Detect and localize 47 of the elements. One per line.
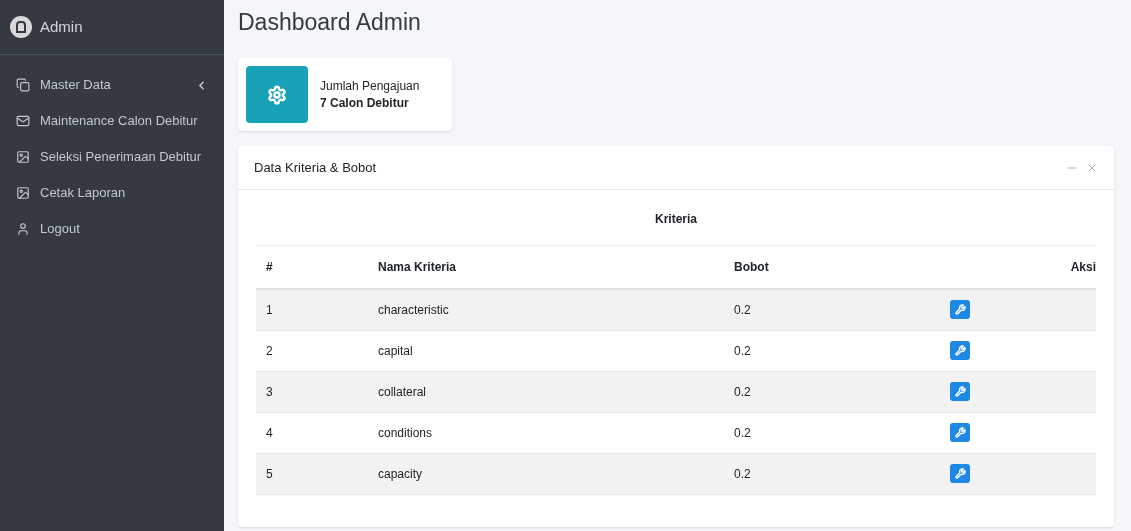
table-cell: 4 bbox=[256, 412, 368, 453]
wrench-icon bbox=[954, 427, 966, 438]
table-cell: 0.2 bbox=[724, 412, 950, 453]
table-cell: capacity bbox=[368, 453, 724, 494]
wrench-icon bbox=[954, 304, 966, 316]
info-value: 7 Calon Debitur bbox=[320, 94, 410, 112]
sidebar-item[interactable]: Logout bbox=[8, 211, 216, 247]
table-cell: 0.2 bbox=[724, 330, 950, 371]
sidebar-item[interactable]: Maintenance Calon Debitur bbox=[8, 103, 216, 139]
sidebar-item[interactable]: Seleksi Penerimaan Debitur bbox=[8, 139, 216, 175]
sidebar-item-icon bbox=[16, 78, 30, 92]
wrench-icon bbox=[954, 386, 966, 397]
page-title: Dashboard Admin bbox=[238, 8, 422, 37]
table-cell: 5 bbox=[256, 453, 368, 494]
table-cell: collateral bbox=[368, 371, 724, 412]
card-title: Data Kriteria & Bobot bbox=[254, 158, 378, 177]
wrench-icon bbox=[954, 468, 966, 479]
edit-button[interactable] bbox=[950, 382, 970, 401]
table-caption: Kriteria bbox=[256, 209, 1096, 246]
table-cell: 3 bbox=[256, 371, 368, 412]
brand-text: Admin bbox=[40, 16, 83, 37]
logo-icon bbox=[10, 16, 32, 38]
table-cell: 2 bbox=[256, 330, 368, 371]
edit-button[interactable] bbox=[950, 464, 970, 483]
sidebar-item-icon bbox=[16, 222, 30, 236]
edit-button[interactable] bbox=[950, 300, 970, 320]
table-cell: 0.2 bbox=[724, 453, 950, 494]
edit-button[interactable] bbox=[950, 423, 970, 442]
table-cell: capital bbox=[368, 330, 724, 371]
sidebar-item-icon bbox=[16, 114, 30, 128]
sidebar-item[interactable]: Cetak Laporan bbox=[8, 175, 216, 211]
table-cell: conditions bbox=[368, 412, 724, 453]
info-label: Jumlah Pengajuan bbox=[320, 77, 420, 95]
table-cell: 0.2 bbox=[724, 289, 950, 330]
sidebar-item[interactable]: Master Data bbox=[8, 67, 216, 103]
column-header: Bobot bbox=[724, 246, 950, 289]
edit-button[interactable] bbox=[950, 341, 970, 360]
gear-icon bbox=[267, 84, 287, 105]
sidebar-item-icon bbox=[16, 150, 30, 164]
column-header: # bbox=[256, 246, 368, 289]
table-cell: 0.2 bbox=[724, 371, 950, 412]
column-header: Aksi bbox=[950, 246, 1096, 289]
sidebar-item-icon bbox=[16, 186, 30, 200]
table-cell: characteristic bbox=[368, 289, 724, 330]
column-header: Nama Kriteria bbox=[368, 246, 724, 289]
wrench-icon bbox=[954, 345, 966, 356]
table-cell: 1 bbox=[256, 289, 368, 330]
